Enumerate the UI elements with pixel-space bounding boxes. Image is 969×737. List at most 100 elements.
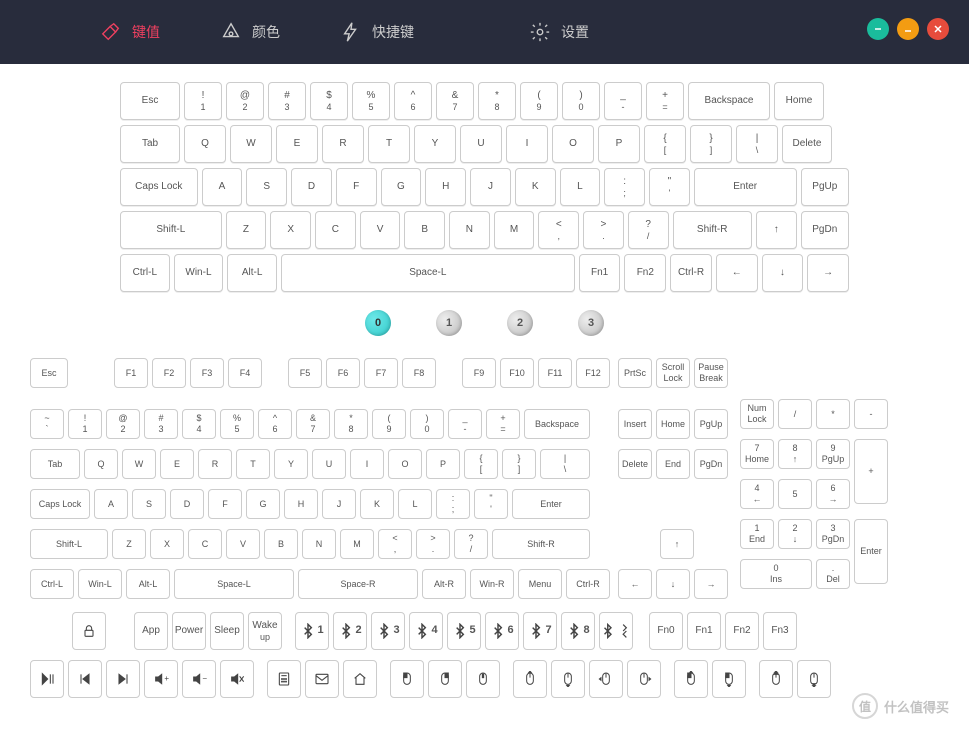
- key-tab[interactable]: Tab: [120, 125, 180, 163]
- key-pgdn[interactable]: PgDn: [694, 449, 728, 479]
- key-backspace[interactable]: Backspace: [688, 82, 770, 120]
- key-capslock[interactable]: Caps Lock: [120, 168, 198, 206]
- key-[interactable]: :;: [604, 168, 645, 206]
- key-c[interactable]: C: [188, 529, 222, 559]
- key-1[interactable]: !1: [184, 82, 222, 120]
- key-mouseu[interactable]: [513, 660, 547, 698]
- key-[interactable]: }]: [690, 125, 732, 163]
- key-8[interactable]: *8: [334, 409, 368, 439]
- key-esc[interactable]: Esc: [30, 358, 68, 388]
- key-5[interactable]: %5: [220, 409, 254, 439]
- key-q[interactable]: Q: [184, 125, 226, 163]
- key-ctrlr[interactable]: Ctrl-R: [670, 254, 712, 292]
- key-mousem[interactable]: [466, 660, 500, 698]
- key-2[interactable]: @2: [226, 82, 264, 120]
- key-[interactable]: <,: [538, 211, 579, 249]
- key-6[interactable]: 6: [485, 612, 519, 650]
- key-spacel[interactable]: Space-L: [281, 254, 575, 292]
- key-[interactable]: ←: [716, 254, 758, 292]
- key-[interactable]: <,: [378, 529, 412, 559]
- key-0[interactable]: )0: [562, 82, 600, 120]
- key-lock[interactable]: [72, 612, 106, 650]
- key-tab[interactable]: Tab: [30, 449, 80, 479]
- key-c[interactable]: C: [315, 211, 356, 249]
- key-5[interactable]: %5: [352, 82, 390, 120]
- key-l[interactable]: L: [560, 168, 601, 206]
- key-shiftr[interactable]: Shift-R: [673, 211, 752, 249]
- key-0[interactable]: )0: [410, 409, 444, 439]
- key-spacer[interactable]: Space-R: [298, 569, 418, 599]
- key-2[interactable]: @2: [106, 409, 140, 439]
- key-[interactable]: ?/: [628, 211, 669, 249]
- key-5[interactable]: 5: [447, 612, 481, 650]
- key-altl[interactable]: Alt-L: [227, 254, 277, 292]
- key-home[interactable]: Home: [656, 409, 690, 439]
- key-f1[interactable]: F1: [114, 358, 148, 388]
- key-mousedl[interactable]: [712, 660, 746, 698]
- key-[interactable]: |\: [736, 125, 778, 163]
- key-[interactable]: >.: [583, 211, 624, 249]
- key-t[interactable]: T: [236, 449, 270, 479]
- key-[interactable]: *: [816, 399, 850, 429]
- key-lock[interactable]: NumLock: [740, 399, 774, 429]
- key-mute[interactable]: [220, 660, 254, 698]
- key-x[interactable]: X: [150, 529, 184, 559]
- key-4[interactable]: $4: [310, 82, 348, 120]
- key-3[interactable]: #3: [268, 82, 306, 120]
- key-[interactable]: ?/: [454, 529, 488, 559]
- key-up[interactable]: Wakeup: [248, 612, 282, 650]
- key-fn2[interactable]: Fn2: [725, 612, 759, 650]
- key-s[interactable]: S: [132, 489, 166, 519]
- key-5[interactable]: 5: [778, 479, 812, 509]
- layer-3[interactable]: 3: [578, 310, 604, 336]
- key-w[interactable]: W: [122, 449, 156, 479]
- key-6[interactable]: ^6: [394, 82, 432, 120]
- key-[interactable]: 4←: [740, 479, 774, 509]
- key-v[interactable]: V: [226, 529, 260, 559]
- key-calc[interactable]: [267, 660, 301, 698]
- key-f2[interactable]: F2: [152, 358, 186, 388]
- key-mail[interactable]: [305, 660, 339, 698]
- key-r[interactable]: R: [322, 125, 364, 163]
- key-a[interactable]: A: [202, 168, 243, 206]
- key-u[interactable]: U: [460, 125, 502, 163]
- key-[interactable]: ↑: [756, 211, 797, 249]
- key-f12[interactable]: F12: [576, 358, 610, 388]
- key-j[interactable]: J: [322, 489, 356, 519]
- key-enter[interactable]: Enter: [512, 489, 590, 519]
- key-n[interactable]: N: [302, 529, 336, 559]
- tray-button[interactable]: [897, 18, 919, 40]
- key-3[interactable]: 3: [371, 612, 405, 650]
- key-[interactable]: ~`: [30, 409, 64, 439]
- key-t[interactable]: T: [368, 125, 410, 163]
- key-i[interactable]: I: [350, 449, 384, 479]
- key-f8[interactable]: F8: [402, 358, 436, 388]
- key-next[interactable]: [106, 660, 140, 698]
- key-[interactable]: 2↓: [778, 519, 812, 549]
- key-[interactable]: ↓: [656, 569, 690, 599]
- key-fn3[interactable]: Fn3: [763, 612, 797, 650]
- key-capslock[interactable]: Caps Lock: [30, 489, 90, 519]
- key-moused[interactable]: [551, 660, 585, 698]
- key-l[interactable]: L: [398, 489, 432, 519]
- key-shiftr[interactable]: Shift-R: [492, 529, 590, 559]
- key-[interactable]: 6→: [816, 479, 850, 509]
- key-h[interactable]: H: [284, 489, 318, 519]
- key-g[interactable]: G: [246, 489, 280, 519]
- key-u[interactable]: U: [312, 449, 346, 479]
- key-ins[interactable]: 0Ins: [740, 559, 812, 589]
- key-d[interactable]: D: [291, 168, 332, 206]
- key-[interactable]: /: [778, 399, 812, 429]
- key-d[interactable]: D: [170, 489, 204, 519]
- key-z[interactable]: Z: [112, 529, 146, 559]
- key-ctrll[interactable]: Ctrl-L: [120, 254, 170, 292]
- key-w[interactable]: W: [230, 125, 272, 163]
- key-m[interactable]: M: [494, 211, 535, 249]
- key-home[interactable]: 7Home: [740, 439, 774, 469]
- key-delete[interactable]: Delete: [618, 449, 652, 479]
- key-shiftl[interactable]: Shift-L: [30, 529, 108, 559]
- key-[interactable]: :;: [436, 489, 470, 519]
- key-fn1[interactable]: Fn1: [687, 612, 721, 650]
- key-mouser[interactable]: [428, 660, 462, 698]
- key-f[interactable]: F: [336, 168, 377, 206]
